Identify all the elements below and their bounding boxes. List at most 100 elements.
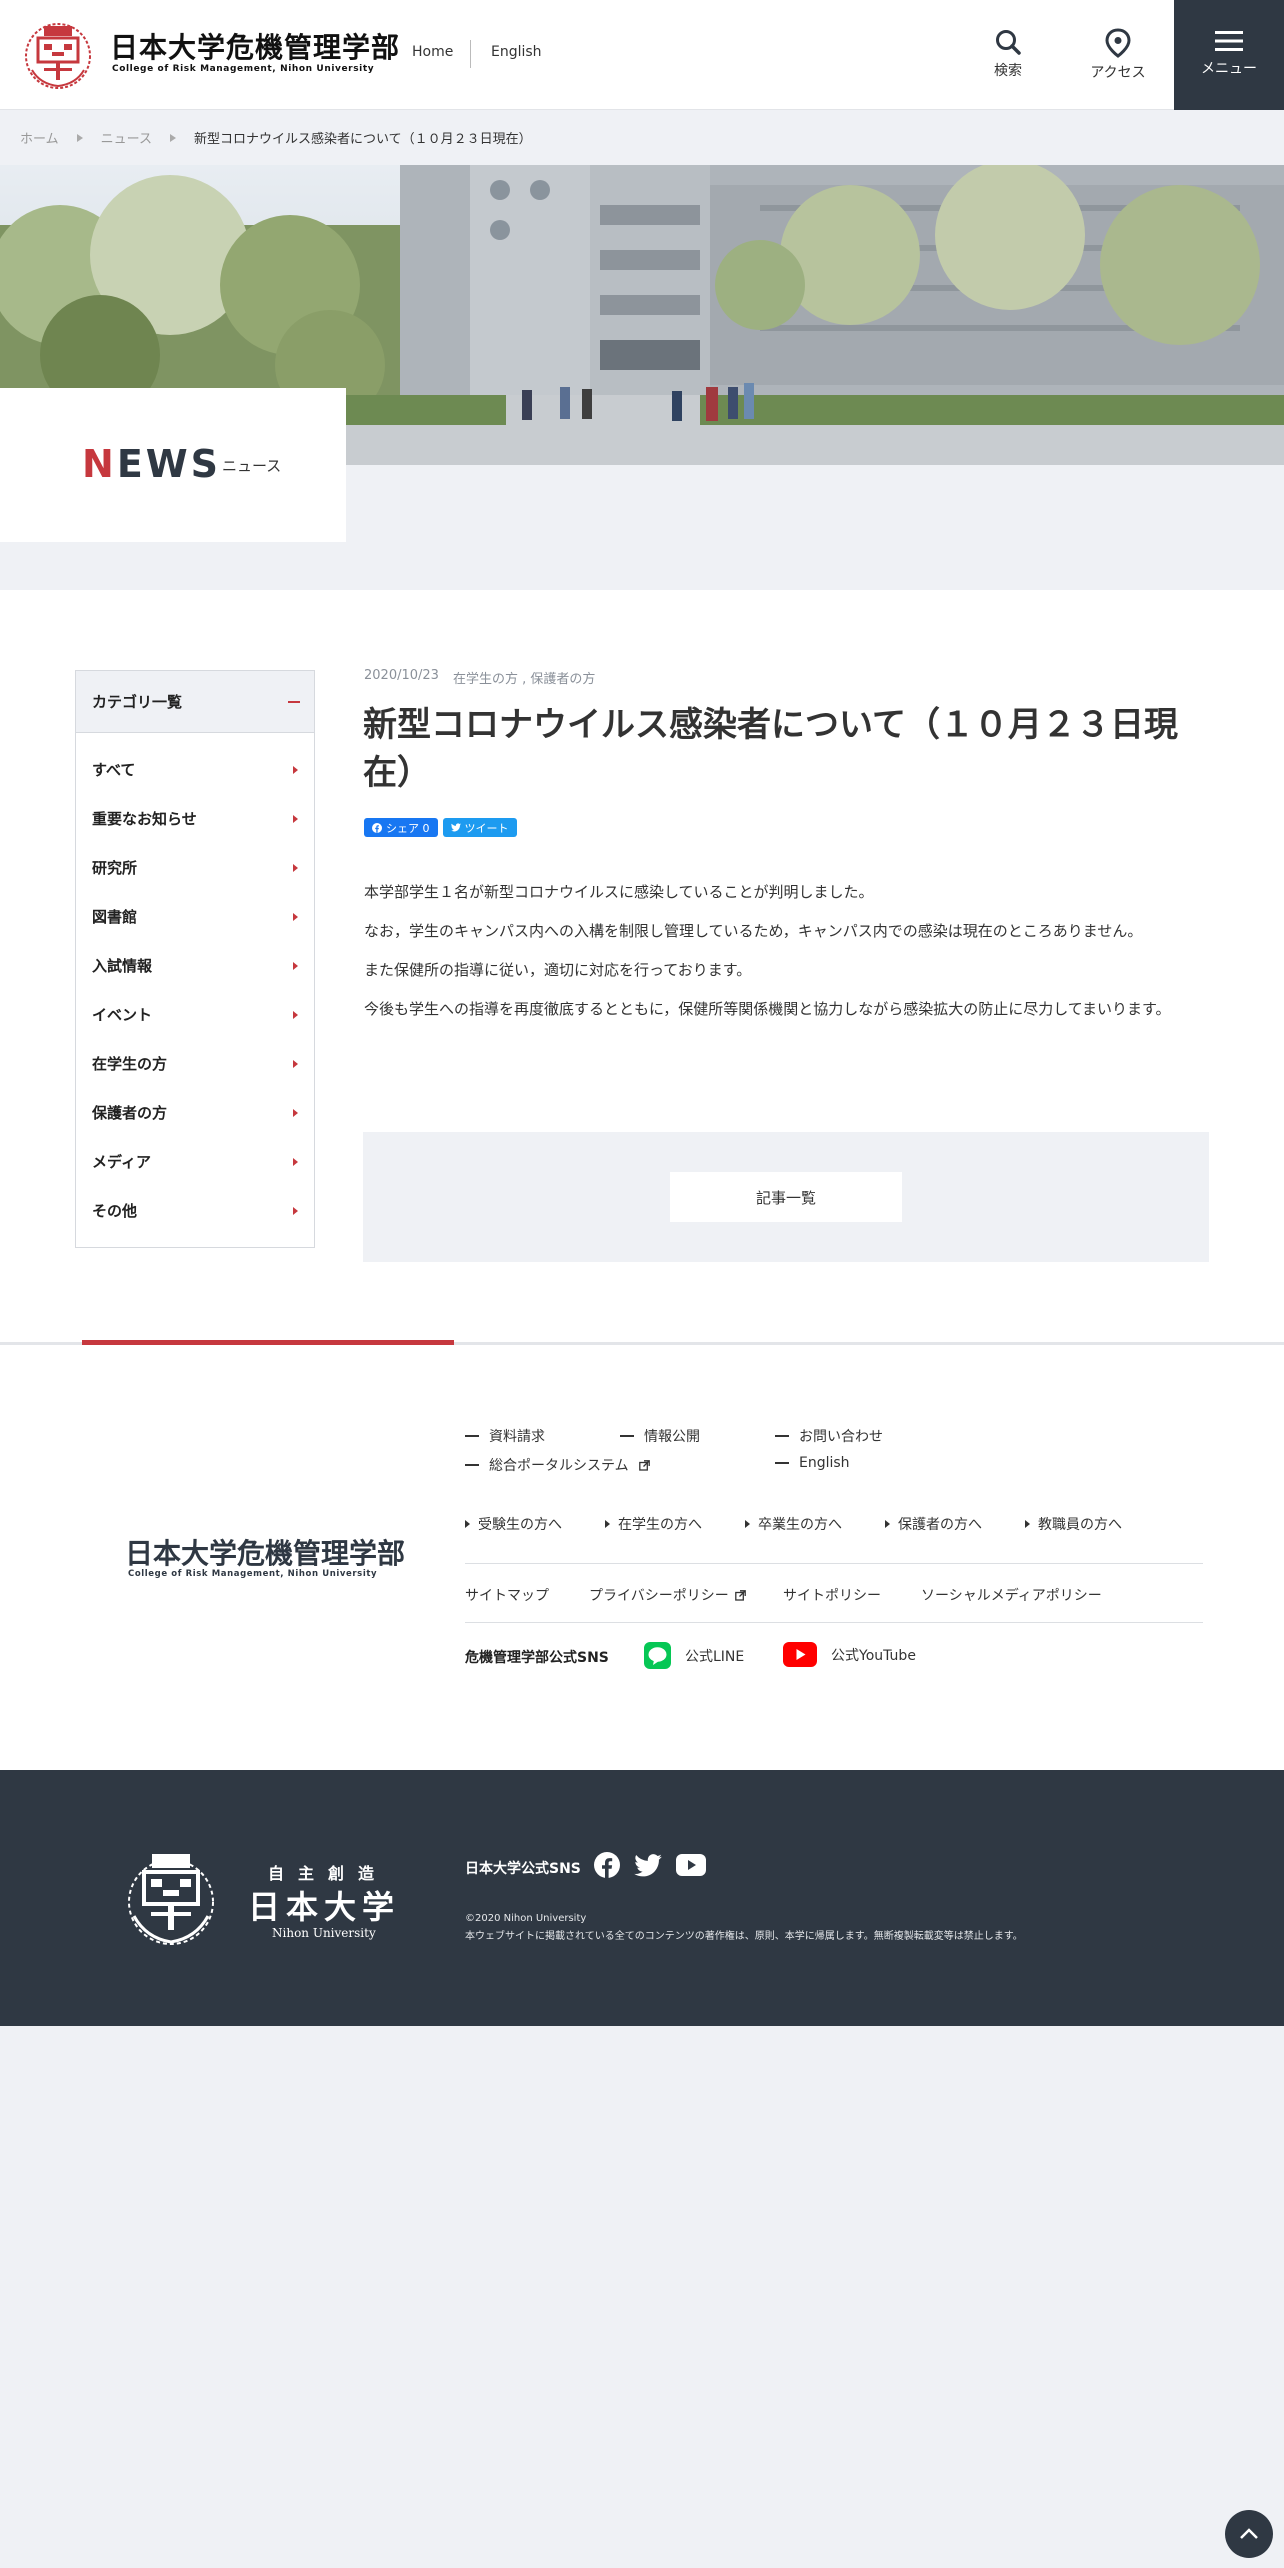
category-item-institute[interactable]: 研究所 xyxy=(76,843,314,892)
chevron-right-icon xyxy=(293,961,298,970)
access-button[interactable]: アクセス xyxy=(1078,28,1158,82)
breadcrumb-arrow-icon xyxy=(76,133,83,142)
news-heading-initial: N xyxy=(82,442,117,486)
footer-audience-staff[interactable]: 教職員の方へ xyxy=(1025,1514,1122,1534)
article-categories[interactable]: 在学生の方 , 保護者の方 xyxy=(453,668,595,687)
footer-audience-alumni[interactable]: 卒業生の方へ xyxy=(745,1514,842,1534)
footer-audience-students[interactable]: 在学生の方へ xyxy=(605,1514,702,1534)
category-item-important[interactable]: 重要なお知らせ xyxy=(76,794,314,843)
dash-icon xyxy=(775,1435,789,1437)
category-item-label: 在学生の方 xyxy=(92,1055,168,1073)
chevron-right-icon xyxy=(293,1059,298,1068)
university-name: 日本大学 xyxy=(248,1888,401,1926)
category-item-other[interactable]: その他 xyxy=(76,1186,314,1235)
map-pin-icon xyxy=(1105,28,1131,58)
breadcrumb-news[interactable]: ニュース xyxy=(101,128,152,147)
footer-link-sitemap[interactable]: サイトマップ xyxy=(465,1585,549,1605)
category-item-admissions[interactable]: 入試情報 xyxy=(76,941,314,990)
category-item-library[interactable]: 図書館 xyxy=(76,892,314,941)
footer-link-english[interactable]: English xyxy=(775,1455,850,1471)
access-label: アクセス xyxy=(1090,65,1146,81)
chevron-right-icon xyxy=(293,1157,298,1166)
category-item-label: イベント xyxy=(92,1006,153,1024)
university-sns-icons xyxy=(594,1852,706,1882)
breadcrumb-current: 新型コロナウイルス感染者について（１０月２３日現在） xyxy=(193,132,532,147)
category-item-events[interactable]: イベント xyxy=(76,990,314,1039)
footer-link-privacy-policy[interactable]: プライバシーポリシー xyxy=(589,1585,746,1605)
footer-audience-label: 保護者の方へ xyxy=(898,1517,982,1533)
footer-link-disclosure[interactable]: 情報公開 xyxy=(620,1426,700,1446)
copyright-notice: 本ウェブサイトに掲載されている全てのコンテンツの著作権は、原則、本学に帰属します… xyxy=(465,1931,1023,1942)
footer-link-site-policy[interactable]: サイトポリシー xyxy=(783,1585,881,1605)
twitter-bird-icon xyxy=(450,823,461,832)
university-footer: 自主創造 日本大学 Nihon University 日本大学公式SNS ©20… xyxy=(0,1770,1284,2026)
category-item-parents[interactable]: 保護者の方 xyxy=(76,1088,314,1137)
menu-button[interactable]: メニュー xyxy=(1174,0,1284,110)
footer-audience-label: 教職員の方へ xyxy=(1038,1517,1122,1533)
footer-divider xyxy=(465,1563,1203,1564)
logo-english: College of Risk Management, Nihon Univer… xyxy=(112,64,375,74)
category-item-label: 保護者の方 xyxy=(92,1104,168,1122)
category-item-label: 重要なお知らせ xyxy=(92,810,197,828)
site-header: 日本大学危機管理学部 College of Risk Management, N… xyxy=(0,0,1284,110)
youtube-label: 公式YouTube xyxy=(831,1647,916,1664)
twitter-share-button[interactable]: ツイート xyxy=(442,818,517,837)
share-buttons: シェア 0 ツイート xyxy=(364,818,517,837)
footer-audience-prospective[interactable]: 受験生の方へ xyxy=(465,1514,562,1534)
category-sidebar: カテゴリ一覧 すべて 重要なお知らせ 研究所 図書館 入試情報 イベント 在学生… xyxy=(75,670,315,1248)
university-facebook-link[interactable] xyxy=(594,1852,620,1882)
footer-audience-label: 受験生の方へ xyxy=(478,1517,562,1533)
footer-link-request-materials[interactable]: 資料請求 xyxy=(465,1426,545,1446)
category-item-label: すべて xyxy=(92,761,136,779)
search-button[interactable]: 検索 xyxy=(968,28,1048,80)
youtube-icon xyxy=(676,1854,706,1876)
category-item-media[interactable]: メディア xyxy=(76,1137,314,1186)
category-sidebar-title: カテゴリ一覧 xyxy=(92,693,183,711)
dash-icon xyxy=(620,1435,634,1437)
footer-link-label: プライバシーポリシー xyxy=(589,1588,729,1604)
triangle-right-icon xyxy=(465,1520,470,1528)
footer-link-contact[interactable]: お問い合わせ xyxy=(775,1426,883,1446)
university-seal-icon xyxy=(25,23,91,89)
article-list-button[interactable]: 記事一覧 xyxy=(670,1172,902,1222)
footer-logo-english: College of Risk Management, Nihon Univer… xyxy=(128,1569,378,1579)
university-name-english: Nihon University xyxy=(272,1926,376,1940)
category-item-label: 図書館 xyxy=(92,908,138,926)
category-item-label: 研究所 xyxy=(92,859,138,877)
article-meta: 2020/10/23 在学生の方 , 保護者の方 xyxy=(364,668,595,687)
news-heading-japanese: ニュース xyxy=(222,457,282,475)
footer-link-social-media-policy[interactable]: ソーシャルメディアポリシー xyxy=(921,1585,1102,1605)
twitter-share-label: ツイート xyxy=(464,821,509,835)
news-heading: NEWS xyxy=(82,442,221,486)
faculty-line-link[interactable]: 公式LINE xyxy=(644,1642,744,1669)
collapse-minus-icon xyxy=(288,700,300,703)
back-to-top-button[interactable] xyxy=(1225,2510,1273,2558)
chevron-right-icon xyxy=(293,1206,298,1215)
article-title: 新型コロナウイルス感染者について（１０月２３日現在） xyxy=(363,705,1178,793)
nav-english-link[interactable]: English xyxy=(491,44,542,60)
article-paragraph: 本学部学生１名が新型コロナウイルスに感染していることが判明しました。 xyxy=(364,883,874,901)
triangle-right-icon xyxy=(1025,1520,1030,1528)
university-twitter-link[interactable] xyxy=(634,1853,662,1881)
twitter-bird-icon xyxy=(634,1853,662,1876)
article-body: 本学部学生１名が新型コロナウイルスに感染していることが判明しました。 なお，学生… xyxy=(364,880,1214,1036)
chevron-up-icon xyxy=(1240,2528,1258,2539)
category-sidebar-header[interactable]: カテゴリ一覧 xyxy=(76,671,314,733)
chevron-right-icon xyxy=(293,765,298,774)
category-item-students[interactable]: 在学生の方 xyxy=(76,1039,314,1088)
search-label: 検索 xyxy=(994,63,1022,79)
footer-link-portal[interactable]: 総合ポータルシステム xyxy=(465,1455,650,1475)
breadcrumb: ホーム ニュース 新型コロナウイルス感染者について（１０月２３日現在） xyxy=(20,128,532,147)
faculty-youtube-link[interactable]: 公式YouTube xyxy=(783,1642,916,1667)
article-paragraph: 今後も学生への指導を再度徹底するとともに，保健所等関係機関と協力しながら感染拡大… xyxy=(364,1000,1171,1018)
footer-audience-parents[interactable]: 保護者の方へ xyxy=(885,1514,982,1534)
category-list: すべて 重要なお知らせ 研究所 図書館 入試情報 イベント 在学生の方 保護者の… xyxy=(76,733,314,1235)
footer-logo-japanese[interactable]: 日本大学危機管理学部 xyxy=(125,1532,405,1572)
university-youtube-link[interactable] xyxy=(676,1854,706,1880)
triangle-right-icon xyxy=(885,1520,890,1528)
facebook-share-button[interactable]: シェア 0 xyxy=(364,818,438,837)
category-item-all[interactable]: すべて xyxy=(76,745,314,794)
triangle-right-icon xyxy=(745,1520,750,1528)
breadcrumb-home[interactable]: ホーム xyxy=(20,128,59,147)
nav-home-link[interactable]: Home xyxy=(412,44,453,60)
